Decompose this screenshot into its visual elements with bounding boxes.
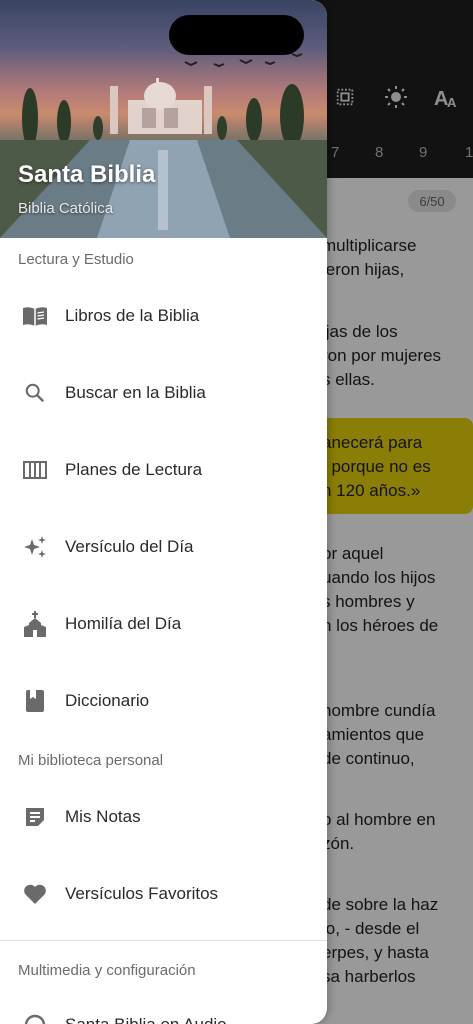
menu-item-label: Diccionario [65, 691, 150, 710]
note-icon [22, 804, 48, 830]
menu-item-label: Planes de Lectura [65, 460, 203, 479]
section-label-reading: Lectura y Estudio [18, 251, 134, 268]
menu-item-label: Versículos Favoritos [65, 884, 219, 903]
menu-item-label: Versículo del Día [65, 537, 194, 556]
camera-notch [169, 15, 304, 55]
menu-item-label: Homilía del Día [65, 614, 182, 633]
open-book-icon [22, 303, 48, 329]
calendar-view-icon [22, 457, 48, 483]
menu-item-label: Libros de la Biblia [65, 306, 200, 325]
church-icon [22, 611, 48, 637]
search-icon [22, 380, 48, 406]
sparkles-icon [22, 534, 48, 560]
heart-icon [22, 881, 48, 907]
section-label-library: Mi biblioteca personal [18, 752, 164, 769]
menu-item-verse-of-day[interactable]: Versículo del Día [0, 517, 327, 577]
drawer-header: Santa Biblia Biblia Católica [0, 0, 327, 238]
menu-item-books[interactable]: Libros de la Biblia [0, 286, 327, 346]
menu-item-label: Santa Biblia en Audio [65, 1015, 227, 1024]
menu-item-dictionary[interactable]: Diccionario [0, 671, 327, 731]
section-divider [0, 940, 327, 941]
menu-item-notes[interactable]: Mis Notas [0, 787, 327, 847]
menu-item-search[interactable]: Buscar en la Biblia [0, 363, 327, 423]
menu-item-label: Buscar en la Biblia [65, 383, 206, 402]
drawer-title: Santa Biblia [18, 161, 156, 188]
menu-item-homily[interactable]: Homilía del Día [0, 594, 327, 654]
menu-item-label: Mis Notas [65, 807, 141, 826]
book-icon [22, 688, 48, 714]
section-label-multimedia: Multimedia y configuración [18, 962, 196, 979]
menu-item-reading-plans[interactable]: Planes de Lectura [0, 440, 327, 500]
navigation-drawer: Santa Biblia Biblia Católica Lectura y E… [0, 0, 327, 1024]
menu-item-audio-bible[interactable]: Santa Biblia en Audio [0, 995, 327, 1024]
drawer-subtitle: Biblia Católica [18, 200, 114, 217]
headphones-icon [22, 1012, 48, 1024]
menu-item-favorites[interactable]: Versículos Favoritos [0, 864, 327, 924]
